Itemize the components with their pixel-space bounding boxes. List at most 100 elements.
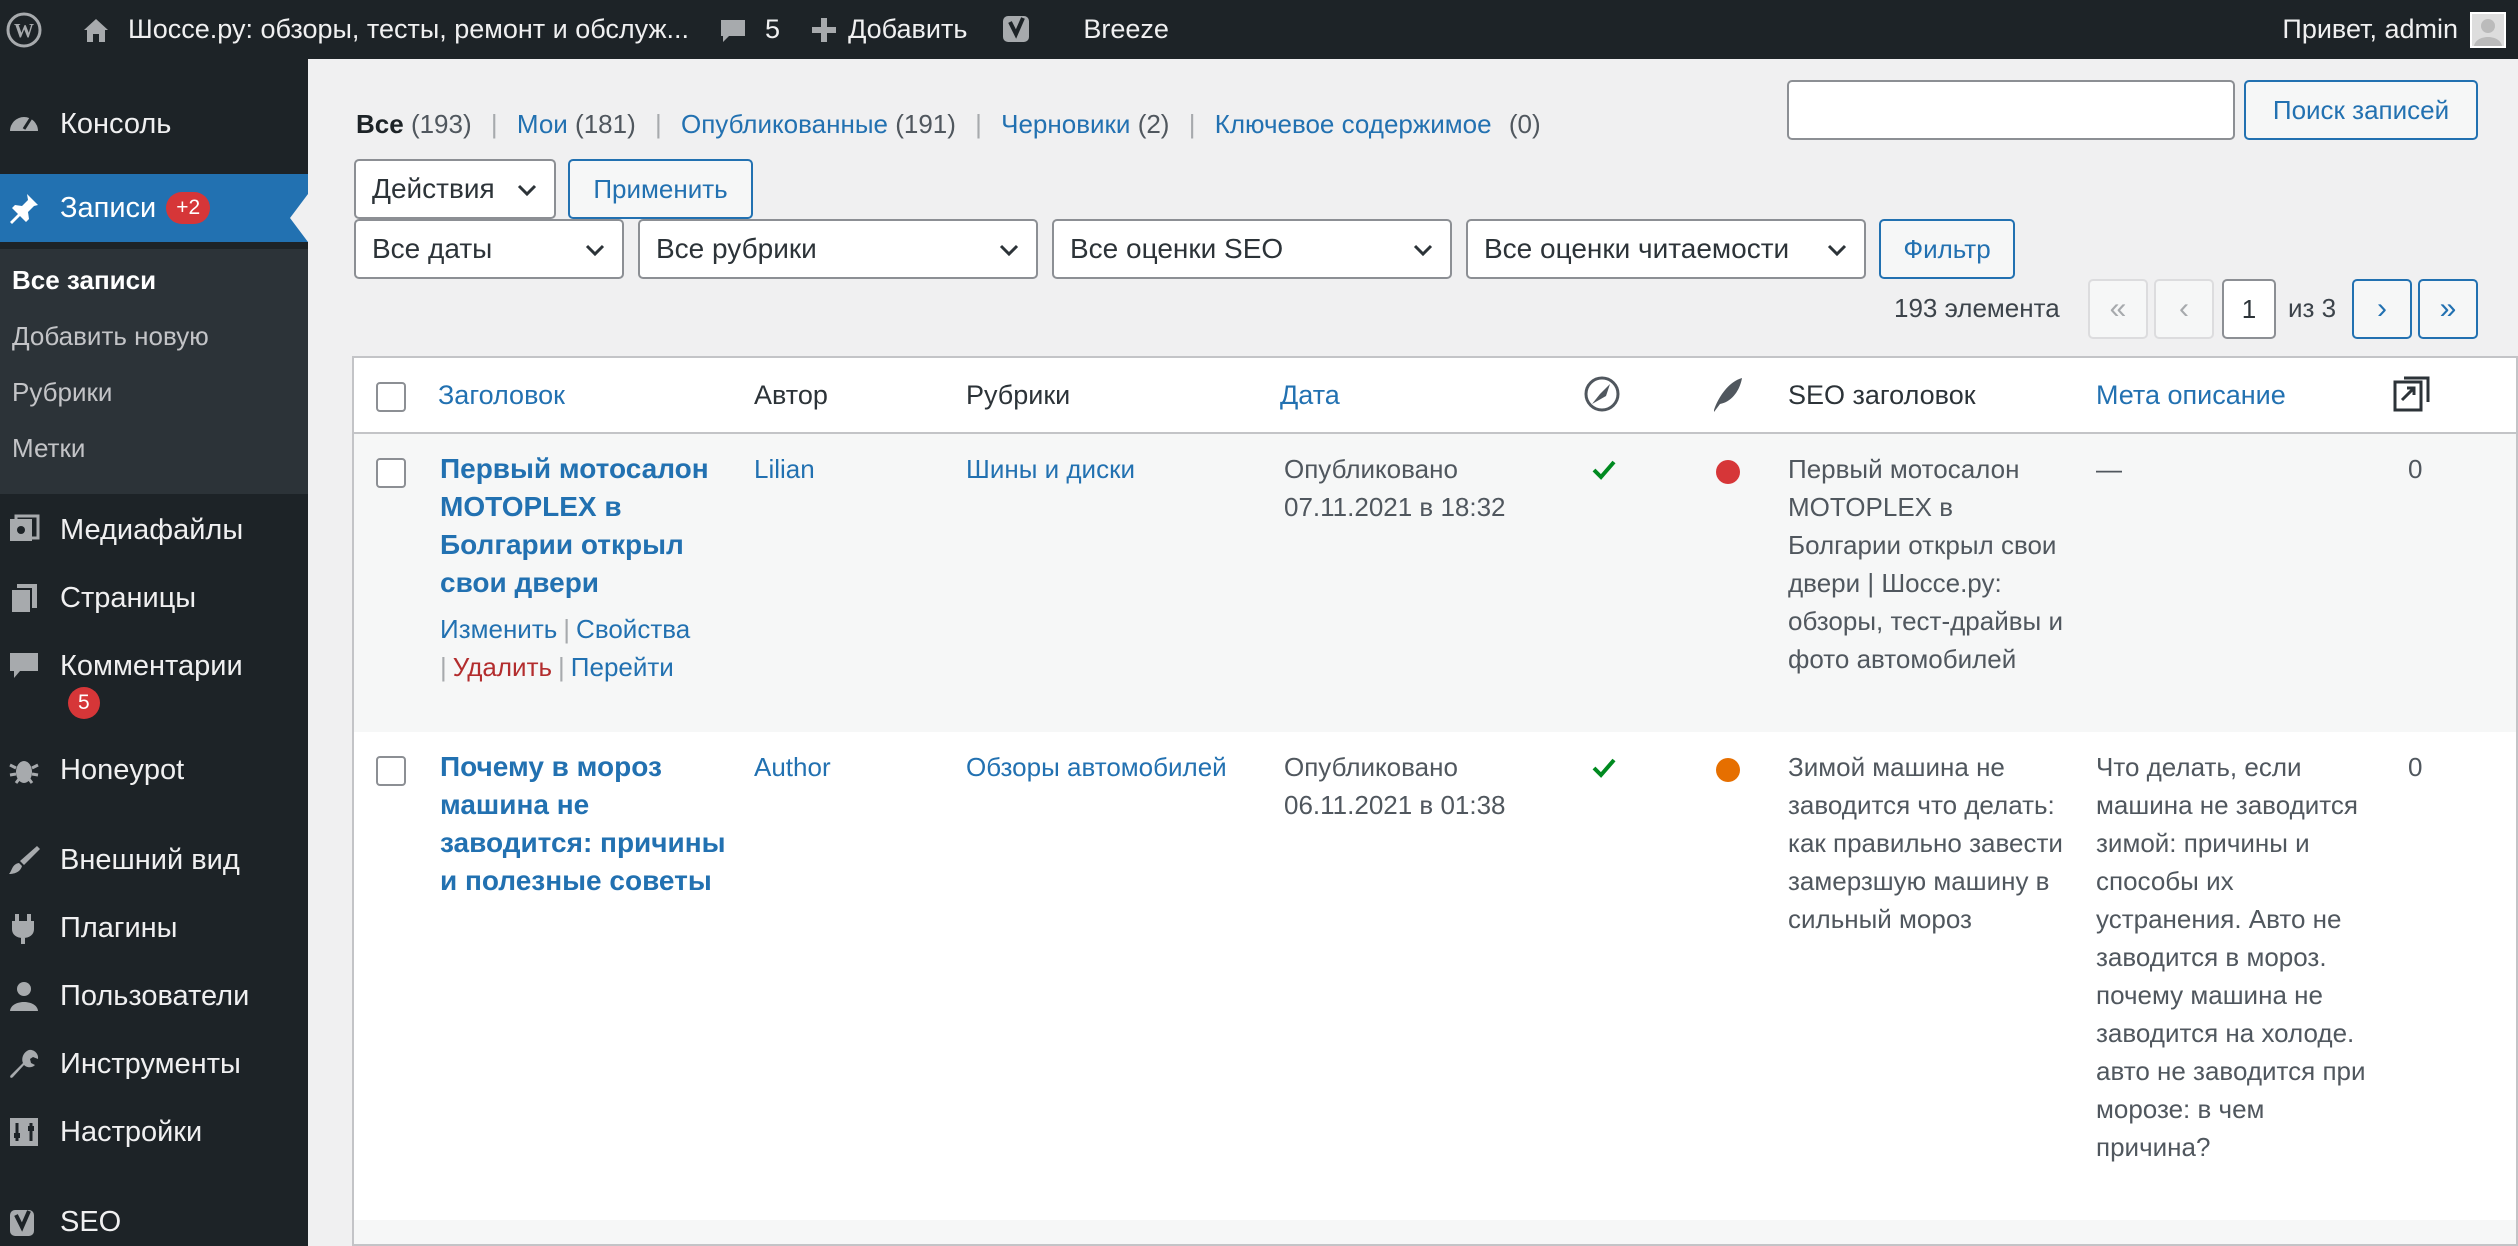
total-pages: из 3 bbox=[2288, 293, 2337, 323]
menu-label: Настройки bbox=[60, 1115, 203, 1148]
readability-icon bbox=[1710, 374, 1746, 421]
search-input[interactable] bbox=[1787, 80, 2235, 140]
my-account[interactable]: Привет, admin bbox=[2282, 0, 2518, 59]
properties-link[interactable]: Свойства bbox=[576, 614, 690, 644]
readability-dot bbox=[1716, 460, 1740, 484]
view-all[interactable]: Все bbox=[356, 109, 404, 139]
row-checkbox[interactable] bbox=[376, 756, 406, 786]
date-filter-value: Все даты bbox=[372, 233, 493, 264]
category-link[interactable]: Обзоры автомобилей bbox=[966, 752, 1227, 782]
view-mine[interactable]: Мои bbox=[517, 109, 568, 139]
add-new-link[interactable]: Добавить bbox=[810, 0, 967, 59]
category-link[interactable]: Шины и диски bbox=[966, 454, 1135, 484]
menu-dashboard[interactable]: Консоль bbox=[0, 99, 308, 149]
menu-plugins[interactable]: Плагины bbox=[0, 903, 308, 953]
menu-users[interactable]: Пользователи bbox=[0, 971, 308, 1021]
author-link[interactable]: Lilian bbox=[754, 454, 815, 484]
post-datetime: 06.11.2021 в 01:38 bbox=[1284, 790, 1506, 820]
chevron-down-icon bbox=[517, 184, 537, 197]
wordpress-logo-icon[interactable]: W bbox=[6, 0, 42, 59]
links-count-icon[interactable] bbox=[2392, 374, 2432, 421]
post-date: Опубликовано 06.11.2021 в 01:38 bbox=[1284, 748, 1564, 824]
select-all-checkbox[interactable] bbox=[376, 382, 406, 412]
submenu-tags[interactable]: Метки bbox=[12, 433, 85, 464]
table-row bbox=[354, 1220, 2516, 1244]
readability-filter-select[interactable]: Все оценки читаемости bbox=[1466, 219, 1866, 279]
separator: | bbox=[558, 652, 565, 682]
menu-label: Honeypot bbox=[60, 753, 185, 786]
next-page-button[interactable]: › bbox=[2352, 279, 2412, 339]
menu-settings[interactable]: Настройки bbox=[0, 1107, 308, 1157]
menu-tools[interactable]: Инструменты bbox=[0, 1039, 308, 1089]
search-posts-button[interactable]: Поиск записей bbox=[2244, 80, 2478, 140]
submenu-add-new[interactable]: Добавить новую bbox=[12, 321, 209, 352]
links-count: 0 bbox=[2408, 752, 2423, 782]
view-published[interactable]: Опубликованные bbox=[681, 109, 888, 139]
separator: | bbox=[975, 109, 982, 139]
menu-comments[interactable]: Комментарии bbox=[0, 641, 308, 691]
posts-submenu: Все записи Добавить новую Рубрики Метки bbox=[0, 249, 308, 494]
dashboard-icon bbox=[6, 106, 42, 142]
view-cornerstone[interactable]: Ключевое содержимое bbox=[1215, 109, 1492, 139]
pagination: 193 элемента « ‹ 1 из 3 › » bbox=[308, 279, 2518, 339]
current-page-input[interactable]: 1 bbox=[2222, 279, 2276, 339]
yoast-icon bbox=[1001, 12, 1035, 48]
site-home-link[interactable]: Шоссе.ру: обзоры, тесты, ремонт и обслуж… bbox=[80, 0, 689, 59]
separator: | bbox=[490, 109, 498, 139]
add-new-label: Добавить bbox=[848, 14, 968, 44]
column-meta-description[interactable]: Мета описание bbox=[2096, 380, 2286, 411]
author-link[interactable]: Author bbox=[754, 752, 831, 782]
comments-link[interactable]: 5 bbox=[717, 0, 780, 59]
last-page-button[interactable]: » bbox=[2418, 279, 2478, 339]
seo-title-text: Зимой машина не заводится что делать: ка… bbox=[1788, 752, 2063, 934]
home-icon bbox=[80, 14, 112, 46]
admin-bar: W Шоссе.ру: обзоры, тесты, ремонт и обсл… bbox=[0, 0, 2518, 59]
prev-page-button[interactable]: ‹ bbox=[2154, 279, 2214, 339]
submenu-all-posts[interactable]: Все записи bbox=[12, 265, 156, 296]
seo-filter-select[interactable]: Все оценки SEO bbox=[1052, 219, 1452, 279]
breeze-label: Breeze bbox=[1083, 14, 1169, 44]
column-date[interactable]: Дата bbox=[1280, 380, 1340, 411]
menu-posts[interactable]: Записи +2 bbox=[0, 174, 308, 242]
apply-button[interactable]: Применить bbox=[568, 159, 753, 219]
separator: | bbox=[440, 652, 447, 682]
menu-media[interactable]: Медиафайлы bbox=[0, 505, 308, 555]
table-row: Первый мотосалон MOTOPLEX в Болгарии отк… bbox=[354, 434, 2516, 732]
chevron-down-icon bbox=[1413, 244, 1433, 257]
menu-label: Внешний вид bbox=[60, 843, 240, 876]
plugin-icon bbox=[6, 910, 42, 946]
current-arrow bbox=[290, 194, 308, 242]
date-filter-select[interactable]: Все даты bbox=[354, 219, 624, 279]
menu-label: Плагины bbox=[60, 911, 178, 944]
first-page-button[interactable]: « bbox=[2088, 279, 2148, 339]
row-checkbox[interactable] bbox=[376, 458, 406, 488]
seo-title-text: Первый мотосалон MOTOPLEX в Болгарии отк… bbox=[1788, 454, 2063, 674]
post-title-link[interactable]: Первый мотосалон MOTOPLEX в Болгарии отк… bbox=[440, 453, 709, 598]
seo-filter-value: Все оценки SEO bbox=[1070, 233, 1284, 264]
media-icon bbox=[6, 512, 42, 548]
comments-count: 5 bbox=[765, 14, 781, 44]
delete-link[interactable]: Удалить bbox=[453, 652, 552, 682]
edit-link[interactable]: Изменить bbox=[440, 614, 557, 644]
separator: | bbox=[563, 614, 571, 644]
yoast-menu[interactable] bbox=[1001, 0, 1035, 59]
menu-seo[interactable]: SEO bbox=[0, 1197, 308, 1246]
items-count: 193 элемента bbox=[1894, 293, 2060, 323]
column-title[interactable]: Заголовок bbox=[438, 380, 565, 411]
view-link[interactable]: Перейти bbox=[571, 652, 674, 682]
view-drafts[interactable]: Черновики bbox=[1001, 109, 1130, 139]
breeze-menu[interactable]: Breeze bbox=[1083, 0, 1169, 59]
posts-table: Заголовок Автор Рубрики Дата SEO заголов… bbox=[352, 356, 2518, 1246]
menu-honeypot[interactable]: Honeypot bbox=[0, 745, 308, 795]
table-header: Заголовок Автор Рубрики Дата SEO заголов… bbox=[354, 358, 2516, 434]
view-count: (0) bbox=[1508, 109, 1541, 139]
comment-bubble-icon bbox=[717, 14, 749, 46]
category-filter-select[interactable]: Все рубрики bbox=[638, 219, 1038, 279]
bulk-actions-select[interactable]: Действия bbox=[354, 159, 556, 219]
submenu-categories[interactable]: Рубрики bbox=[12, 377, 112, 408]
avatar bbox=[2470, 11, 2506, 48]
menu-appearance[interactable]: Внешний вид bbox=[0, 835, 308, 885]
filter-button[interactable]: Фильтр bbox=[1879, 219, 2015, 279]
post-title-link[interactable]: Почему в мороз машина не заводится: прич… bbox=[440, 751, 726, 896]
menu-pages[interactable]: Страницы bbox=[0, 573, 308, 623]
